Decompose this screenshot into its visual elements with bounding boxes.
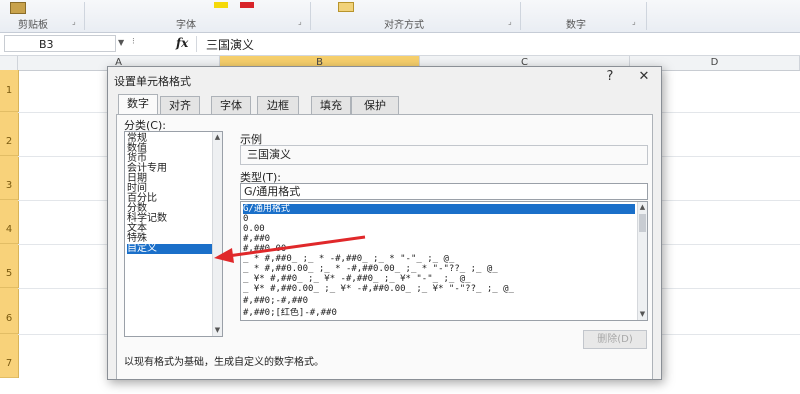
name-box-value: B3 [39,38,54,51]
category-list[interactable]: 常规 数值 货币 会计专用 日期 时间 百分比 分数 科学记数 文本 特殊 自定… [124,131,223,337]
row-header[interactable]: 7 [0,334,18,378]
arrow-head-icon [214,248,234,263]
group-separator [520,2,521,30]
tab-alignment[interactable]: 对齐 [160,96,200,114]
ribbon-group-alignment: 对齐方式 [384,20,424,31]
row-header[interactable]: 2 [0,112,18,156]
format-item-selected[interactable]: G/通用格式 [243,204,635,214]
delete-button[interactable]: 删除(D) [583,330,647,349]
paste-icon[interactable] [10,2,26,14]
insert-function-icon[interactable]: fx [176,36,188,50]
row-header[interactable]: 3 [0,156,18,200]
type-input[interactable]: G/通用格式 [240,183,648,200]
close-button[interactable]: ✕ [634,69,654,84]
arrow-shaft [227,235,366,258]
type-input-value: G/通用格式 [244,185,301,198]
format-cells-dialog: 设置单元格格式 ? ✕ 数字 对齐 字体 边框 填充 保护 分类(C): 常规 … [107,66,662,380]
tab-fill[interactable]: 填充 [311,96,351,114]
number-launcher-icon[interactable]: ⌟ [632,17,636,26]
format-scrollbar[interactable]: ▲ ▼ [637,202,647,320]
ribbon-group-number: 数字 [566,20,586,31]
font-color-icon[interactable] [240,2,254,8]
font-launcher-icon[interactable]: ⌟ [298,17,302,26]
alignment-launcher-icon[interactable]: ⌟ [508,17,512,26]
tab-protection[interactable]: 保护 [351,96,399,114]
format-item[interactable]: 0 [243,214,635,224]
group-separator [310,2,311,30]
formula-input[interactable]: 三国演义 [206,36,254,53]
clipboard-launcher-icon[interactable]: ⌟ [72,17,76,26]
format-item[interactable]: _ ¥* #,##0_ ;_ ¥* -#,##0_ ;_ ¥* "-"_ ;_ … [243,274,635,284]
row-header[interactable]: 4 [0,200,18,244]
category-item-selected[interactable]: 自定义 [127,244,213,254]
group-separator [84,2,85,30]
sample-value: 三国演义 [247,148,291,161]
tab-font[interactable]: 字体 [211,96,251,114]
ribbon-group-clipboard: 剪贴板 [18,20,48,31]
scroll-thumb[interactable] [639,214,646,232]
group-separator [646,2,647,30]
wrap-text-icon[interactable] [338,2,354,12]
sample-preview: 三国演义 [240,145,648,165]
number-tab-panel: 分类(C): 常规 数值 货币 会计专用 日期 时间 百分比 分数 科学记数 文… [116,114,653,379]
format-item[interactable]: #,##0;-#,##0 [243,296,635,306]
highlight-color-icon[interactable] [214,2,228,8]
ribbon: 剪贴板 ⌟ 字体 ⌟ 对齐方式 ⌟ 数字 ⌟ [0,0,800,33]
scroll-down-icon[interactable]: ▼ [213,325,222,336]
row-header[interactable]: 1 [0,70,18,112]
name-box-dropdown-icon[interactable]: ▼ [118,38,124,47]
name-box[interactable]: B3 [4,35,116,52]
formula-divider [196,36,197,52]
ribbon-group-font: 字体 [176,20,196,31]
tab-border[interactable]: 边框 [257,96,299,114]
row-header[interactable]: 5 [0,244,18,288]
row-header[interactable]: 6 [0,288,18,334]
description-text: 以现有格式为基础，生成自定义的数字格式。 [124,357,324,368]
dialog-title: 设置单元格格式 [114,75,191,88]
format-item[interactable]: #,##0;[红色]-#,##0 [243,308,635,318]
scroll-up-icon[interactable]: ▲ [213,132,222,143]
annotation-arrow [214,235,366,263]
format-item[interactable]: _ ¥* #,##0.00_ ;_ ¥* -#,##0.00_ ;_ ¥* "-… [243,284,635,294]
row-header-bar: 1 2 3 4 5 6 7 [0,70,19,378]
scroll-up-icon[interactable]: ▲ [638,202,647,213]
help-button[interactable]: ? [600,69,620,84]
select-all-corner[interactable] [0,56,18,70]
tab-number[interactable]: 数字 [118,94,158,115]
formula-bar: B3 ▼ ⁝ fx 三国演义 [0,33,800,56]
scroll-down-icon[interactable]: ▼ [638,309,647,320]
formula-cancel-icon[interactable]: ⁝ [132,37,135,47]
